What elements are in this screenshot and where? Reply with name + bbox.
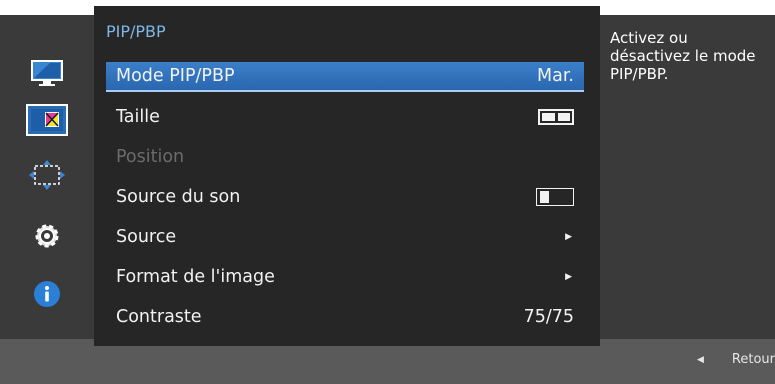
info-icon[interactable] [28,278,66,310]
menu-item-position: Position [106,142,584,172]
submenu-arrow-icon: ▶ [565,232,572,242]
menu-item-value: Mar. [537,66,574,86]
menu-title: PIP/PBP [106,22,166,41]
pip-window-icon [536,188,574,206]
help-panel: Activez ou désactivez le mode PIP/PBP. [600,15,775,339]
menu-item-label: Position [116,147,185,167]
menu-item-label: Taille [116,107,160,127]
menu-item-contraste[interactable]: Contraste 75/75 [106,302,584,332]
pip-pbp-menu: PIP/PBP Mode PIP/PBP Mar. Taille Positio… [94,6,600,346]
menu-item-mode-pip-pbp[interactable]: Mode PIP/PBP Mar. [106,62,584,92]
menu-item-label: Source du son [116,187,241,207]
resize-arrows-icon[interactable] [28,159,66,191]
menu-item-label: Source [116,227,177,247]
back-label: Retour [731,352,775,367]
menu-item-label: Contraste [116,307,202,327]
color-picture-icon[interactable] [26,104,68,136]
menu-item-label: Mode PIP/PBP [116,66,235,86]
menu-item-source-du-son[interactable]: Source du son [106,182,584,212]
left-arrow-icon: ◀ [696,354,704,365]
monitor-icon[interactable] [28,57,66,89]
submenu-arrow-icon: ▶ [565,272,572,282]
menu-item-taille[interactable]: Taille [106,102,584,132]
back-button[interactable]: ◀ Retour [697,352,775,367]
menu-item-value: 75/75 [523,307,574,327]
osd-screen: Activez ou désactivez le mode PIP/PBP. ◀… [0,0,775,384]
gear-icon[interactable] [28,220,66,252]
help-text: Activez ou désactivez le mode PIP/PBP. [610,29,756,83]
pbp-split-icon [538,109,574,125]
menu-item-source[interactable]: Source ▶ [106,222,584,252]
category-sidebar [0,15,94,339]
menu-item-label: Format de l'image [116,267,275,287]
menu-item-format-image[interactable]: Format de l'image ▶ [106,262,584,292]
